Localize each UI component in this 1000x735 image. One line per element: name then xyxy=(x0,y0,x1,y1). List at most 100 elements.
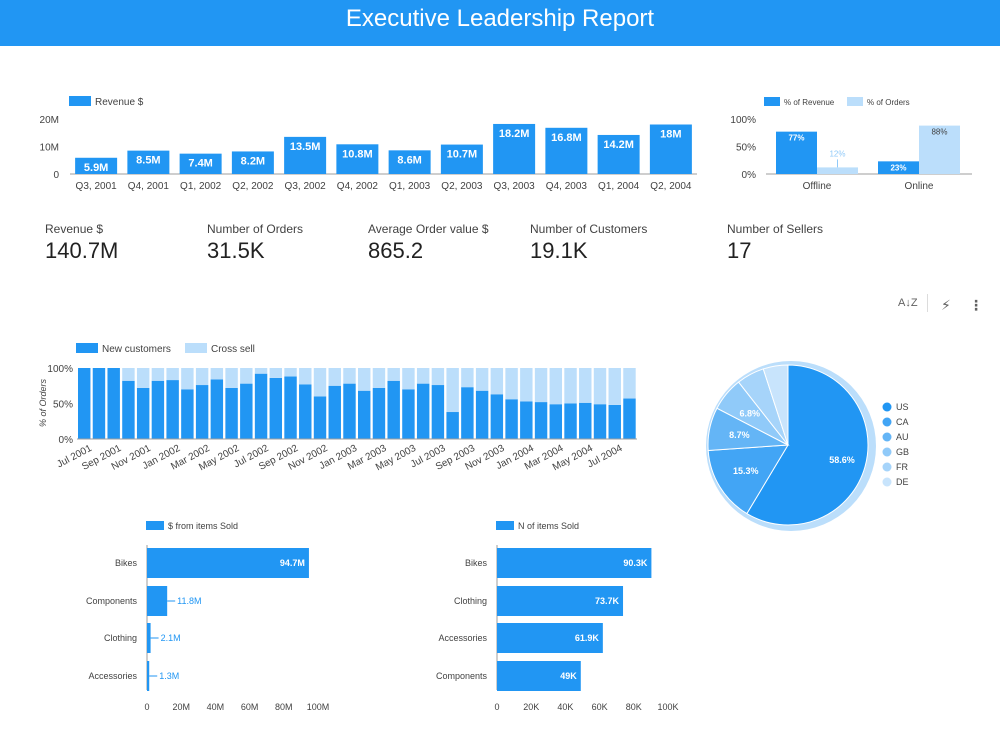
bar-cross-sell xyxy=(534,368,548,403)
x-tick-label: Jul 2003 xyxy=(409,443,448,471)
bar-new-customers xyxy=(549,404,563,439)
bar-cross-sell xyxy=(284,368,297,377)
x-tick-label: Sep 2003 xyxy=(434,443,477,473)
kpi-value: 31.5K xyxy=(207,238,265,263)
x-tick-label: Sep 2002 xyxy=(257,443,300,473)
bar xyxy=(497,586,624,616)
y-tick-label: 0% xyxy=(59,435,74,446)
data-label: 8.2M xyxy=(241,155,265,167)
bar-cross-sell xyxy=(299,368,312,385)
bar xyxy=(497,623,603,653)
legend-label: Cross sell xyxy=(211,344,255,355)
x-tick-label: Jul 2002 xyxy=(232,443,271,471)
bar-cross-sell xyxy=(593,368,607,405)
legend-dot xyxy=(882,447,892,457)
bar-new-customers xyxy=(92,368,106,439)
category-label: Accessories xyxy=(88,671,137,681)
x-tick-label: 80M xyxy=(275,702,293,712)
bolt-icon[interactable]: ⚡ xyxy=(941,297,951,314)
x-tick-label: 60K xyxy=(592,702,608,712)
kpi-orders: Number of Orders 31.5K xyxy=(207,222,303,264)
legend-label: Revenue $ xyxy=(95,97,144,108)
bar-cross-sell xyxy=(195,368,209,386)
bar-cross-sell xyxy=(520,368,533,402)
bar-new-customers xyxy=(151,380,165,439)
kpi-label: Number of Orders xyxy=(207,222,304,236)
bar-new-customers xyxy=(461,387,474,439)
x-tick-label: 100K xyxy=(657,702,678,712)
bar-cross-sell xyxy=(505,368,518,400)
legend-label: GB xyxy=(896,447,909,457)
bar-new-customers xyxy=(78,368,91,439)
data-label: 5.9M xyxy=(84,162,108,174)
slice-label: 15.3% xyxy=(733,466,759,476)
bar-new-customers xyxy=(210,379,224,439)
bar-new-customers xyxy=(564,403,577,439)
bar xyxy=(817,167,858,174)
more-vert-icon[interactable]: ⋮ xyxy=(969,297,983,314)
x-tick-label: May 2004 xyxy=(551,443,595,474)
legend-label: % of Orders xyxy=(867,98,910,107)
y-tick-label: 100% xyxy=(47,364,73,375)
bar xyxy=(649,124,692,174)
kpi-sellers: Number of Sellers 17 xyxy=(727,222,823,264)
bar-new-customers xyxy=(608,404,621,439)
bar-cross-sell xyxy=(402,368,415,390)
legend-dot xyxy=(882,432,892,442)
slice-label: 6.8% xyxy=(740,408,761,418)
bar-new-customers xyxy=(240,383,253,439)
x-tick-label: Q1, 2004 xyxy=(598,181,640,192)
bar-new-customers xyxy=(446,412,459,439)
legend-dot xyxy=(882,477,892,487)
legend-label: % of Revenue xyxy=(784,98,835,107)
x-tick-label: Q2, 2002 xyxy=(232,181,274,192)
kpi-label: Average Order value $ xyxy=(368,222,489,236)
bar-cross-sell xyxy=(475,368,489,391)
x-tick-label: Q2, 2004 xyxy=(650,181,692,192)
x-tick-label: Nov 2001 xyxy=(110,443,153,473)
bar-cross-sell xyxy=(623,368,636,399)
legend-swatch xyxy=(185,343,207,353)
bar-new-customers xyxy=(313,396,327,439)
x-tick-label: 100M xyxy=(307,702,330,712)
bar-cross-sell xyxy=(343,368,356,384)
x-tick-label: Online xyxy=(905,181,934,192)
bar-new-customers xyxy=(328,385,341,439)
legend-label: N of items Sold xyxy=(518,521,579,531)
category-label: Components xyxy=(86,596,138,606)
bar-new-customers xyxy=(269,377,283,439)
sort-icon[interactable]: A↓Z xyxy=(898,297,918,309)
x-tick-label: 0 xyxy=(144,702,149,712)
bar xyxy=(440,144,483,174)
bar-new-customers xyxy=(593,404,607,439)
legend-dot xyxy=(882,417,892,427)
bar-cross-sell xyxy=(166,368,179,381)
bar xyxy=(179,153,222,174)
x-tick-label: Jul 2004 xyxy=(586,443,625,471)
x-tick-label: Nov 2003 xyxy=(463,443,506,473)
slice-label: 58.6% xyxy=(829,455,855,465)
y-tick-label: 100% xyxy=(730,115,756,126)
y-axis-title: % of Orders xyxy=(38,378,48,427)
data-label: 18M xyxy=(660,129,681,141)
legend-label: FR xyxy=(896,462,908,472)
x-tick-label: Q4, 2001 xyxy=(128,181,170,192)
bar-new-customers xyxy=(181,389,194,439)
data-label: 73.7K xyxy=(595,596,620,606)
pie-slice xyxy=(762,364,789,446)
kpi-avg-order: Average Order value $ 865.2 xyxy=(368,222,489,264)
bar xyxy=(231,151,274,174)
bar-cross-sell xyxy=(136,368,150,388)
x-tick-label: 20M xyxy=(172,702,190,712)
bar-cross-sell xyxy=(358,368,371,391)
bar-new-customers xyxy=(402,389,415,439)
slice-label: 8.7% xyxy=(729,430,750,440)
bar-new-customers xyxy=(416,383,430,439)
x-tick-label: Q3, 2002 xyxy=(285,181,327,192)
data-label: 88% xyxy=(931,128,947,137)
data-label: 8.5M xyxy=(136,155,160,167)
bar-new-customers xyxy=(195,385,209,439)
x-tick-label: 0 xyxy=(494,702,499,712)
pie-slice xyxy=(707,407,790,452)
x-tick-label: Jan 2004 xyxy=(494,443,536,472)
